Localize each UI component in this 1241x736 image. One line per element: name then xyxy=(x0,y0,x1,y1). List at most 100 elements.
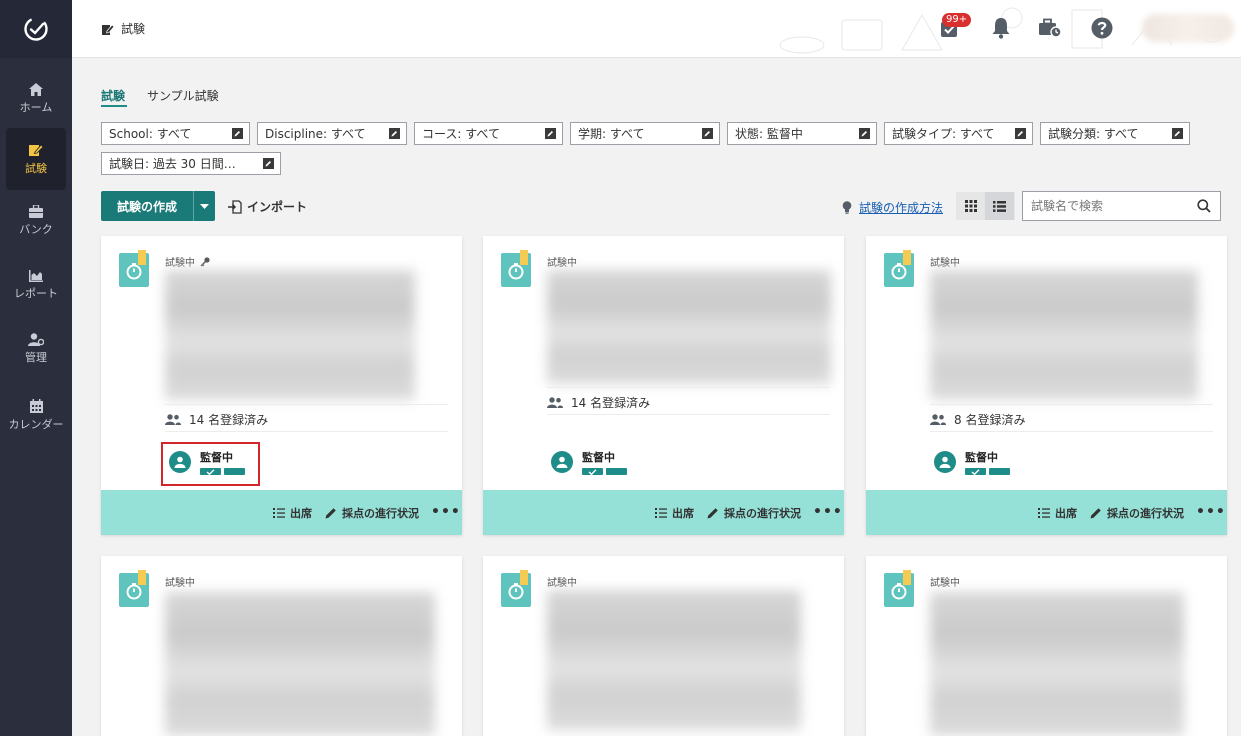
edit-icon xyxy=(545,128,556,139)
how-to-create-label[interactable]: 試験の作成方法 xyxy=(859,199,943,216)
sidebar-item-label: 試験 xyxy=(25,161,47,175)
exam-status: 試験中 xyxy=(165,254,210,269)
filter-discipline[interactable]: Discipline: すべて xyxy=(257,122,407,145)
grid-view-button[interactable] xyxy=(956,192,985,220)
exam-status: 試験中 xyxy=(165,574,195,589)
sidebar-item-report[interactable]: レポート xyxy=(6,254,66,316)
filter-label: 学期: すべて xyxy=(578,127,645,141)
divider xyxy=(930,431,1213,432)
admin-icon xyxy=(28,333,44,346)
more-options-button[interactable]: ••• xyxy=(813,504,843,520)
grading-progress-button[interactable]: 採点の進行状況 xyxy=(325,505,419,521)
sidebar-item-calendar[interactable]: カレンダー xyxy=(6,384,66,446)
enrolled-label: 8 名登録済み xyxy=(954,413,1026,427)
edit-icon xyxy=(389,128,400,139)
edit-icon xyxy=(232,128,243,139)
filter-status[interactable]: 状態: 監督中 xyxy=(727,122,877,145)
import-button[interactable]: インポート xyxy=(228,198,307,215)
filter-course[interactable]: コース: すべて xyxy=(414,122,563,145)
users-icon xyxy=(165,414,181,425)
sidebar-item-home[interactable]: ホーム xyxy=(6,68,66,130)
sidebar-item-bank[interactable]: バンク xyxy=(6,190,66,252)
pencil-icon xyxy=(707,508,718,519)
edit-icon xyxy=(263,158,274,169)
filter-exam-date[interactable]: 試験日: 過去 30 日間… xyxy=(101,152,281,175)
divider xyxy=(930,404,1213,405)
report-icon xyxy=(29,269,43,282)
search-icon[interactable] xyxy=(1197,199,1211,213)
app-logo[interactable] xyxy=(0,0,72,58)
card-footer: 出席 採点の進行状況 ••• xyxy=(483,490,844,535)
exam-card[interactable]: 試験中 14 名登録済み 監督中 出席 採点の進行状況 ••• xyxy=(101,236,462,535)
list-view-button[interactable] xyxy=(985,192,1014,220)
filter-exam-category[interactable]: 試験分類: すべて xyxy=(1040,122,1190,145)
grading-progress-button[interactable]: 採点の進行状況 xyxy=(707,505,801,521)
tab-exams[interactable]: 試験 xyxy=(101,87,125,104)
search-input[interactable] xyxy=(1023,192,1188,220)
status-label: 試験中 xyxy=(930,258,960,269)
toolbox-button[interactable] xyxy=(1038,15,1062,41)
attendance-label: 出席 xyxy=(672,507,694,520)
filter-label: School: すべて xyxy=(109,127,192,141)
users-icon xyxy=(547,397,563,408)
filter-label: コース: すべて xyxy=(422,127,500,141)
pencil-icon xyxy=(1090,508,1101,519)
filter-label: 試験タイプ: すべて xyxy=(892,127,995,141)
tab-underline xyxy=(101,105,127,107)
users-icon xyxy=(930,414,946,425)
attendance-button[interactable]: 出席 xyxy=(655,505,694,521)
exam-status: 試験中 xyxy=(930,574,960,589)
proctor-status: 監督中 xyxy=(551,449,627,475)
exam-card[interactable]: 試験中 8 名登録済み 監督中 出席 採点の進行状況 ••• xyxy=(866,236,1227,535)
attendance-button[interactable]: 出席 xyxy=(273,505,312,521)
logo-check-icon xyxy=(24,17,48,41)
filter-label: 状態: 監督中 xyxy=(735,127,803,141)
tab-sample-exams[interactable]: サンプル試験 xyxy=(147,87,219,104)
more-options-button[interactable]: ••• xyxy=(1196,504,1226,520)
top-header: 試験 99+ xyxy=(72,0,1241,58)
create-exam-dropdown[interactable] xyxy=(193,191,215,221)
view-toggle xyxy=(956,192,1015,220)
proctor-progress xyxy=(582,468,627,475)
home-icon xyxy=(29,83,43,96)
grading-label: 採点の進行状況 xyxy=(724,507,801,520)
attendance-label: 出席 xyxy=(290,507,312,520)
page-title: 試験 xyxy=(102,20,145,37)
exam-card[interactable]: 試験中 xyxy=(866,556,1227,736)
stopwatch-icon xyxy=(884,570,914,607)
create-exam-button[interactable]: 試験の作成 xyxy=(101,191,215,221)
notifications-button[interactable] xyxy=(989,15,1013,41)
exam-icon xyxy=(29,143,43,156)
sidebar-item-exam[interactable]: 試験 xyxy=(6,128,66,190)
sidebar-item-label: ホーム xyxy=(19,101,53,114)
grading-progress-button[interactable]: 採点の進行状況 xyxy=(1090,505,1184,521)
exam-card[interactable]: 試験中 xyxy=(101,556,462,736)
sidebar-item-admin[interactable]: 管理 xyxy=(6,318,66,380)
stopwatch-icon xyxy=(119,250,149,287)
exam-title-blurred xyxy=(165,270,415,400)
filter-school[interactable]: School: すべて xyxy=(101,122,250,145)
user-avatar[interactable] xyxy=(1142,14,1234,42)
attendance-button[interactable]: 出席 xyxy=(1038,505,1077,521)
help-button[interactable] xyxy=(1090,15,1114,41)
divider xyxy=(547,387,830,388)
exam-status: 試験中 xyxy=(547,574,577,589)
exam-title-blurred xyxy=(165,592,435,736)
how-to-create-link[interactable]: 試験の作成方法 xyxy=(842,199,943,216)
exam-card[interactable]: 試験中 xyxy=(483,556,844,736)
filter-exam-type[interactable]: 試験タイプ: すべて xyxy=(884,122,1033,145)
proctor-avatar-icon xyxy=(934,451,956,473)
checklist-icon xyxy=(273,508,285,518)
card-footer: 出席 採点の進行状況 ••• xyxy=(101,490,462,535)
proctor-label: 監督中 xyxy=(582,451,615,464)
exam-card[interactable]: 試験中 14 名登録済み 監督中 出席 採点の進行状況 ••• xyxy=(483,236,844,535)
stopwatch-icon xyxy=(501,250,531,287)
filter-term[interactable]: 学期: すべて xyxy=(570,122,720,145)
lightbulb-icon xyxy=(842,201,852,214)
progress-segment xyxy=(989,468,1010,475)
enrolled-count: 14 名登録済み xyxy=(547,394,650,411)
more-options-button[interactable]: ••• xyxy=(431,504,461,520)
attendance-label: 出席 xyxy=(1055,507,1077,520)
notification-count-badge: 99+ xyxy=(942,13,972,27)
divider xyxy=(165,404,448,405)
